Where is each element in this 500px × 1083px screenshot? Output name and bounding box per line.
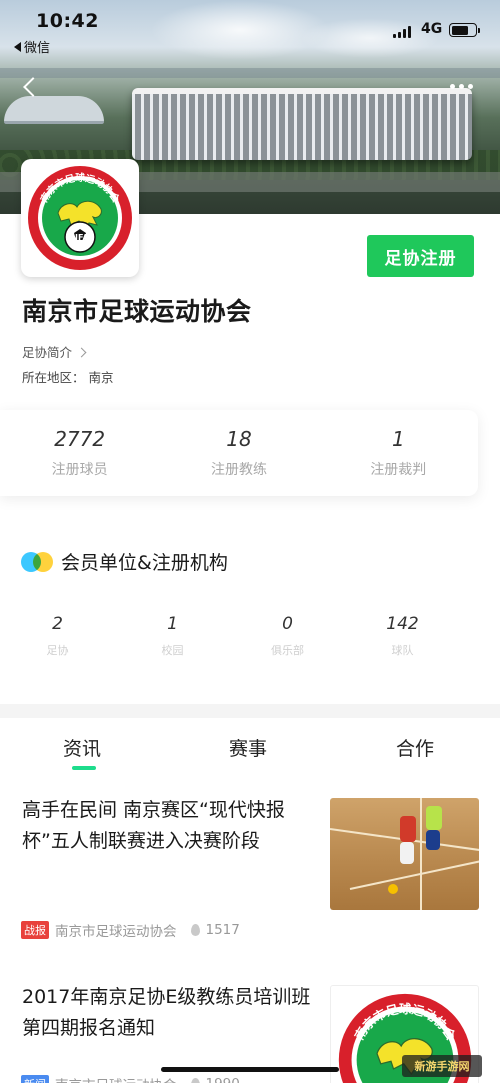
region-label: 所在地区： — [22, 370, 85, 385]
tab-matches[interactable]: 赛事 — [229, 734, 267, 761]
member-value: 142 — [386, 614, 419, 634]
association-intro-link[interactable]: 足协简介 — [22, 342, 87, 361]
intro-link-label: 足协简介 — [22, 345, 73, 360]
news-views: 1517 — [205, 922, 240, 938]
news-meta: 新闻 南京市足球运动协会 1990 — [21, 1074, 240, 1083]
member-value: 0 — [282, 614, 293, 634]
back-triangle-icon — [14, 41, 21, 52]
network-type: 4G — [421, 21, 443, 37]
stat-coaches[interactable]: 18 注册教练 — [159, 410, 318, 496]
stat-value: 18 — [226, 427, 252, 451]
stat-label: 注册裁判 — [370, 462, 427, 478]
news-views: 1990 — [206, 1076, 240, 1083]
news-source: 南京市足球运动协会 — [55, 1074, 177, 1083]
news-title: 高手在民间 南京赛区“现代快报杯”五人制联赛进入决赛阶段 — [22, 799, 285, 852]
section-title: 会员单位&注册机构 — [61, 552, 228, 574]
section-divider — [0, 704, 500, 718]
news-title: 2017年南京足协E级教练员培训班 第四期报名通知 — [22, 986, 311, 1039]
news-item[interactable]: 高手在民间 南京赛区“现代快报杯”五人制联赛进入决赛阶段 战报 南京市足球运动协… — [0, 795, 500, 955]
stats-card: 2772 注册球员 18 注册教练 1 注册裁判 — [0, 410, 478, 496]
member-value: 2 — [52, 614, 63, 634]
news-tag: 战报 — [21, 921, 49, 939]
more-options-icon[interactable] — [450, 84, 473, 89]
region-info: 所在地区： 南京 — [22, 367, 114, 386]
fire-icon — [190, 924, 200, 936]
page-title: 南京市足球运动协会 — [22, 297, 252, 326]
news-thumbnail — [330, 798, 479, 910]
fire-icon — [190, 1078, 200, 1083]
stat-referees[interactable]: 1 注册裁判 — [319, 410, 478, 496]
section-dots-icon — [21, 551, 53, 572]
news-source: 南京市足球运动协会 — [55, 924, 177, 940]
home-indicator[interactable] — [161, 1067, 339, 1072]
news-meta: 战报 南京市足球运动协会 1517 — [21, 920, 240, 940]
stadium-image — [132, 88, 472, 160]
stat-label: 注册教练 — [210, 462, 267, 478]
members-section-header: 会员单位&注册机构 — [21, 548, 228, 575]
member-label: 球队 — [391, 644, 414, 657]
back-arrow-icon[interactable] — [20, 76, 44, 100]
region-value: 南京 — [88, 370, 114, 385]
tab-news[interactable]: 资讯 — [63, 734, 101, 761]
stat-value: 1 — [391, 427, 405, 451]
member-label: 俱乐部 — [271, 644, 304, 657]
member-value: 1 — [167, 614, 178, 634]
horizon-decoration — [0, 68, 500, 78]
status-time: 10:42 — [36, 10, 99, 32]
stat-value: 2772 — [54, 427, 106, 451]
member-club[interactable]: 0 俱乐部 — [230, 614, 345, 670]
member-label: 校园 — [161, 644, 184, 657]
stat-label: 注册球员 — [51, 462, 108, 478]
battery-icon — [449, 23, 480, 37]
signal-icon — [393, 26, 411, 38]
member-label: 足协 — [46, 644, 69, 657]
news-tag: 新闻 — [21, 1075, 49, 1083]
watermark-badge: 新游手游网 — [402, 1055, 482, 1077]
association-logo: 南京市足球运动协会 NFA — [21, 159, 139, 277]
member-units-row: 2 足协 1 校园 0 俱乐部 142 球队 — [0, 614, 500, 670]
active-tab-indicator — [72, 766, 96, 770]
chevron-right-icon — [76, 347, 87, 357]
member-campus[interactable]: 1 校园 — [115, 614, 230, 670]
stat-players[interactable]: 2772 注册球员 — [0, 410, 159, 496]
register-button[interactable]: 足协注册 — [367, 235, 474, 277]
back-to-app-link[interactable]: 微信 — [14, 37, 50, 56]
member-association[interactable]: 2 足协 — [0, 614, 115, 670]
status-bar: 10:42 微信 4G — [0, 0, 500, 64]
back-to-app-label: 微信 — [24, 41, 51, 56]
nfa-emblem-icon: 南京市足球运动协会 NFA — [28, 166, 132, 270]
logo-badge-text: NFA — [71, 233, 89, 242]
member-team[interactable]: 142 球队 — [345, 614, 460, 670]
dome-building — [4, 96, 104, 124]
tab-cooperation[interactable]: 合作 — [396, 734, 434, 761]
